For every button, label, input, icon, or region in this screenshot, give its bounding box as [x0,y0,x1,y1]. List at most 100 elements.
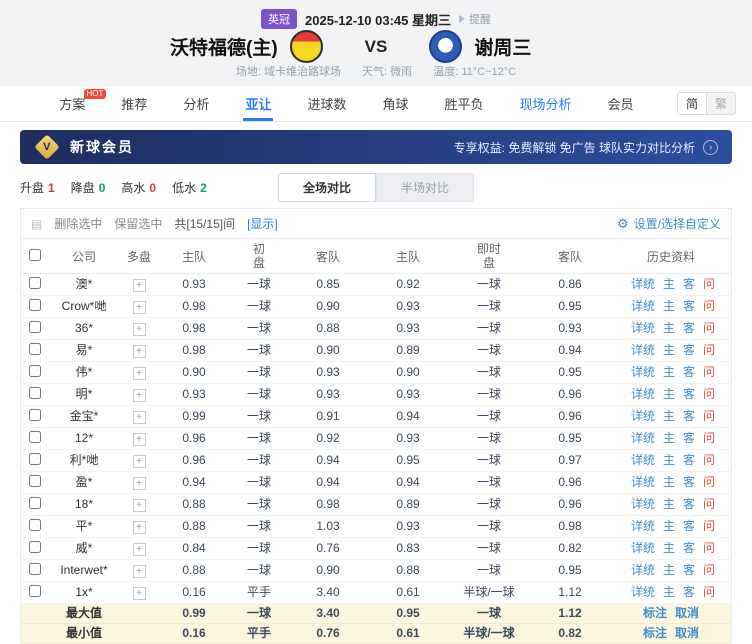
show-link[interactable]: [显示] [247,215,278,232]
history-link-主[interactable]: 主 [663,541,675,555]
expand-multi-button[interactable]: + [133,455,146,468]
ask-link[interactable]: 问 [703,299,715,313]
history-link-主[interactable]: 主 [663,365,675,379]
lang-simplified-button[interactable]: 简 [678,93,706,114]
row-checkbox[interactable] [29,343,41,355]
history-link-主[interactable]: 主 [663,321,675,335]
expand-multi-button[interactable]: + [133,345,146,358]
history-link-客[interactable]: 客 [683,585,695,599]
row-checkbox[interactable] [29,409,41,421]
expand-multi-button[interactable]: + [133,389,146,402]
history-link-详统[interactable]: 详统 [631,409,655,423]
history-link-详统[interactable]: 详统 [631,343,655,357]
company-name[interactable]: 18* [75,497,93,511]
ask-link[interactable]: 问 [703,541,715,555]
history-link-主[interactable]: 主 [663,563,675,577]
company-name[interactable]: 易* [76,343,93,357]
row-checkbox[interactable] [29,585,41,597]
delete-selected-button[interactable]: 删除选中 [54,215,102,232]
ask-link[interactable]: 问 [703,321,715,335]
history-link-客[interactable]: 客 [683,541,695,555]
ask-link[interactable]: 问 [703,277,715,291]
company-name[interactable]: 明* [76,387,93,401]
ask-link[interactable]: 问 [703,409,715,423]
row-checkbox[interactable] [29,321,41,333]
history-link-客[interactable]: 客 [683,519,695,533]
expand-multi-button[interactable]: + [133,411,146,424]
row-checkbox[interactable] [29,519,41,531]
expand-multi-button[interactable]: + [133,587,146,600]
history-link-详统[interactable]: 详统 [631,365,655,379]
history-link-客[interactable]: 客 [683,453,695,467]
keep-selected-button[interactable]: 保留选中 [114,215,162,232]
tab-full-match[interactable]: 全场对比 [278,173,376,202]
row-checkbox[interactable] [29,563,41,575]
history-link-客[interactable]: 客 [683,299,695,313]
row-checkbox[interactable] [29,497,41,509]
company-name[interactable]: Interwet* [60,563,107,577]
company-name[interactable]: 1x* [75,585,92,599]
nav-tab-推荐[interactable]: 推荐 [121,86,147,121]
customize-settings-button[interactable]: ⚙ 设置/选择自定义 [617,215,721,232]
history-link-详统[interactable]: 详统 [631,475,655,489]
history-link-详统[interactable]: 详统 [631,585,655,599]
expand-multi-button[interactable]: + [133,543,146,556]
ask-link[interactable]: 问 [703,519,715,533]
expand-multi-button[interactable]: + [133,477,146,490]
history-link-详统[interactable]: 详统 [631,497,655,511]
reminder-link[interactable]: 提醒 [459,11,491,27]
row-checkbox[interactable] [29,387,41,399]
ask-link[interactable]: 问 [703,453,715,467]
history-link-主[interactable]: 主 [663,431,675,445]
company-name[interactable]: 金宝* [70,409,99,423]
ask-link[interactable]: 问 [703,563,715,577]
ask-link[interactable]: 问 [703,475,715,489]
vip-banner[interactable]: V 新球会员 专享权益: 免费解锁 免广告 球队实力对比分析 › [20,130,732,164]
history-link-详统[interactable]: 详统 [631,277,655,291]
ask-link[interactable]: 问 [703,585,715,599]
history-link-客[interactable]: 客 [683,475,695,489]
history-link-客[interactable]: 客 [683,277,695,291]
history-link-主[interactable]: 主 [663,343,675,357]
chevron-right-icon[interactable]: › [703,140,718,155]
company-name[interactable]: 平* [76,519,93,533]
expand-multi-button[interactable]: + [133,367,146,380]
lang-traditional-button[interactable]: 繁 [706,93,735,114]
ask-link[interactable]: 问 [703,387,715,401]
ask-link[interactable]: 问 [703,497,715,511]
history-link-主[interactable]: 主 [663,475,675,489]
history-link-主[interactable]: 主 [663,277,675,291]
expand-multi-button[interactable]: + [133,499,146,512]
expand-multi-button[interactable]: + [133,521,146,534]
nav-tab-亚让[interactable]: 亚让 [245,86,271,121]
ask-link[interactable]: 问 [703,343,715,357]
cancel-link[interactable]: 取消 [675,606,699,620]
expand-multi-button[interactable]: + [133,301,146,314]
history-link-主[interactable]: 主 [663,409,675,423]
row-checkbox[interactable] [29,299,41,311]
history-link-客[interactable]: 客 [683,365,695,379]
row-checkbox[interactable] [29,277,41,289]
expand-multi-button[interactable]: + [133,565,146,578]
expand-multi-button[interactable]: + [133,279,146,292]
company-name[interactable]: 12* [75,431,93,445]
company-name[interactable]: 威* [76,541,93,555]
league-badge[interactable]: 英冠 [261,9,297,29]
history-link-主[interactable]: 主 [663,299,675,313]
history-link-主[interactable]: 主 [663,497,675,511]
history-link-详统[interactable]: 详统 [631,387,655,401]
ask-link[interactable]: 问 [703,365,715,379]
nav-tab-分析[interactable]: 分析 [183,86,209,121]
history-link-详统[interactable]: 详统 [631,431,655,445]
select-all-checkbox[interactable] [29,249,41,261]
history-link-客[interactable]: 客 [683,563,695,577]
company-name[interactable]: 伟* [76,365,93,379]
history-link-主[interactable]: 主 [663,387,675,401]
company-name[interactable]: 澳* [76,277,93,291]
company-name[interactable]: 利*哋 [70,453,99,467]
nav-tab-方案[interactable]: 方案HOT [59,86,85,121]
mark-link[interactable]: 标注 [643,606,667,620]
company-name[interactable]: 盈* [76,475,93,489]
cancel-link[interactable]: 取消 [675,626,699,640]
history-link-详统[interactable]: 详统 [631,453,655,467]
